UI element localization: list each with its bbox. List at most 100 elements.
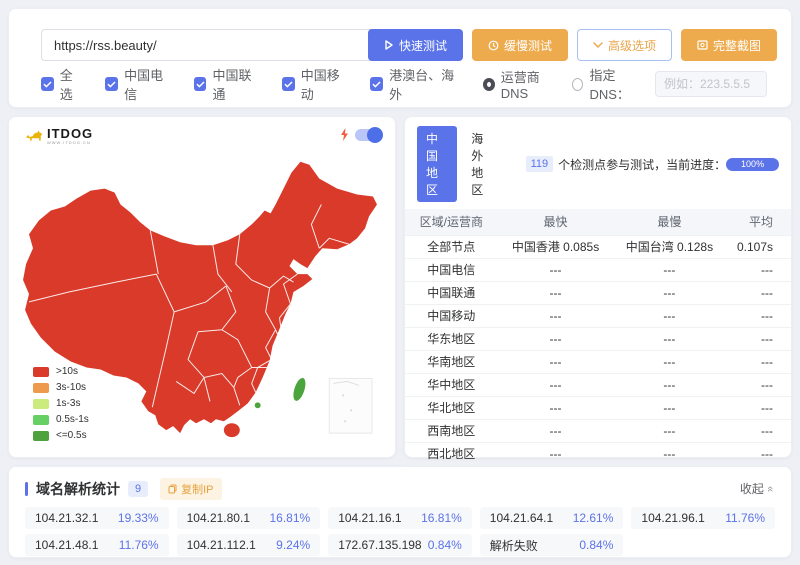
isp-filter-row: 全选 中国电信 中国联通 中国移动 港澳台、海外 运营商DNS 指定DNS： [41,71,767,97]
checkbox-label: 港澳台、海外 [389,65,460,103]
custom-dns-input[interactable] [655,71,767,97]
test-config-panel: ✕ 快速测试 缓慢测试 高级选项 完整截图 全选 中国电信 中国联 [8,8,792,108]
fast-test-button[interactable]: 快速测试 [368,29,463,61]
ip-stat-cell[interactable]: 104.21.64.112.61% [480,507,624,529]
table-row[interactable]: 华中地区--------- [405,373,791,396]
chevron-up-icon: « [764,485,776,491]
dns-mode-group: 运营商DNS 指定DNS： [483,65,767,103]
chevron-down-icon [593,42,603,49]
progress-bar: 100% [726,158,779,171]
legend-item: 3s-10s [33,382,89,393]
checkbox-china-mobile[interactable]: 中国移动 [282,65,348,103]
map-mode-toggle[interactable] [355,129,381,141]
legend-item: <=0.5s [33,430,89,441]
legend-label: 3s-10s [56,382,86,393]
map-tools [340,128,381,141]
results-header: 中国地区 海外地区 119 个检测点参与测试，当前进度： 100% [405,117,791,209]
advanced-options-label: 高级选项 [608,37,656,54]
col-slowest: 最慢 [613,209,725,235]
radio-custom-dns-label: 指定DNS： [589,65,645,103]
node-count-badge: 119 [526,156,554,172]
china-map-panel: ITDOG WWW.ITDOG.CN [8,116,396,458]
screenshot-icon [697,40,708,50]
table-header-row: 区域/运营商 最快 最慢 平均 [405,209,791,235]
table-row[interactable]: 中国移动--------- [405,304,791,327]
dns-stats-header: 域名解析统计 9 复制IP [25,478,222,500]
checkbox-china-telecom[interactable]: 中国电信 [105,65,171,103]
legend-label: 0.5s-1s [56,414,89,425]
south-china-sea-inset [329,378,372,433]
lightning-icon[interactable] [340,128,349,141]
ip-stat-cell[interactable]: 172.67.135.1980.84% [328,534,472,556]
ip-stat-cell[interactable]: 104.21.80.116.81% [177,507,321,529]
copy-ip-button[interactable]: 复制IP [160,478,221,500]
table-row[interactable]: 西北地区--------- [405,442,791,465]
legend-item: >10s [33,366,89,377]
legend-item: 1s-3s [33,398,89,409]
checkbox-label: 中国电信 [124,65,172,103]
copy-icon [168,484,177,494]
legend-label: <=0.5s [56,430,87,441]
checked-icon [370,77,383,91]
logo-subtitle: WWW.ITDOG.CN [47,140,93,145]
table-row[interactable]: 西南地区--------- [405,419,791,442]
col-average: 平均 [725,209,791,235]
checked-icon [282,77,295,91]
tab-overseas-region[interactable]: 海外地区 [463,126,501,202]
checked-icon [41,77,54,91]
legend-label: 1s-3s [56,398,80,409]
ip-stats-grid: 104.21.32.119.33% 104.21.80.116.81% 104.… [25,507,775,556]
toggle-knob [367,127,383,143]
table-row[interactable]: 全部节点中国香港 0.085s中国台湾 0.128s0.107s [405,235,791,258]
fast-test-label: 快速测试 [399,37,447,54]
progress-label: 个检测点参与测试，当前进度： [558,156,726,173]
legend-swatch [33,383,49,393]
slow-test-button[interactable]: 缓慢测试 [472,29,568,61]
radio-custom-dns[interactable] [572,78,583,91]
col-fastest: 最快 [498,209,614,235]
latency-legend: >10s 3s-10s 1s-3s 0.5s-1s <=0.5s [33,361,89,441]
title-accent-bar [25,482,28,496]
dns-stats-title: 域名解析统计 [36,479,120,499]
table-row[interactable]: 华南地区--------- [405,350,791,373]
taiwan-island[interactable] [291,377,308,403]
radio-isp-dns[interactable] [483,78,495,91]
ip-stat-cell[interactable]: 104.21.32.119.33% [25,507,169,529]
itdog-logo: ITDOG WWW.ITDOG.CN [25,127,93,145]
collapse-label: 收起 [740,480,764,497]
ip-stat-cell[interactable]: 104.21.16.116.81% [328,507,472,529]
table-row[interactable]: 中国电信--------- [405,258,791,281]
table-row[interactable]: 华北地区--------- [405,396,791,419]
checked-icon [194,77,207,91]
checkbox-label: 中国移动 [301,65,349,103]
hainan-island[interactable] [224,423,240,437]
dns-stats-panel: 域名解析统计 9 复制IP 收起 « 104.21.32.119.33% 104… [8,466,792,558]
table-row[interactable]: 中国联通--------- [405,281,791,304]
checkbox-label: 中国联通 [212,65,260,103]
ip-stat-cell[interactable]: 104.21.48.111.76% [25,534,169,556]
legend-swatch [33,431,49,441]
legend-label: >10s [56,366,78,377]
advanced-options-button[interactable]: 高级选项 [577,29,672,61]
dns-count-badge: 9 [128,481,148,497]
action-buttons: 快速测试 缓慢测试 高级选项 完整截图 [368,29,777,61]
tab-china-region[interactable]: 中国地区 [417,126,457,202]
checked-icon [105,77,118,91]
full-screenshot-button[interactable]: 完整截图 [681,29,777,61]
ip-stat-cell[interactable]: 104.21.96.111.76% [631,507,775,529]
ip-stat-cell[interactable]: 104.21.112.19.24% [177,534,321,556]
collapse-button[interactable]: 收起 « [740,480,773,497]
table-row[interactable]: 华东地区--------- [405,327,791,350]
checkbox-label: 全选 [60,65,84,103]
copy-ip-label: 复制IP [181,481,213,497]
legend-item: 0.5s-1s [33,414,89,425]
test-results-panel: 中国地区 海外地区 119 个检测点参与测试，当前进度： 100% 区域/运营商… [404,116,792,458]
radio-isp-dns-label: 运营商DNS [501,67,557,101]
checkbox-china-unicom[interactable]: 中国联通 [194,65,260,103]
logo-title: ITDOG [47,127,93,140]
checkbox-overseas[interactable]: 港澳台、海外 [370,65,460,103]
ip-stat-cell[interactable]: 解析失败0.84% [480,534,624,556]
hongkong-dot[interactable] [255,402,261,408]
checkbox-select-all[interactable]: 全选 [41,65,83,103]
legend-swatch [33,399,49,409]
